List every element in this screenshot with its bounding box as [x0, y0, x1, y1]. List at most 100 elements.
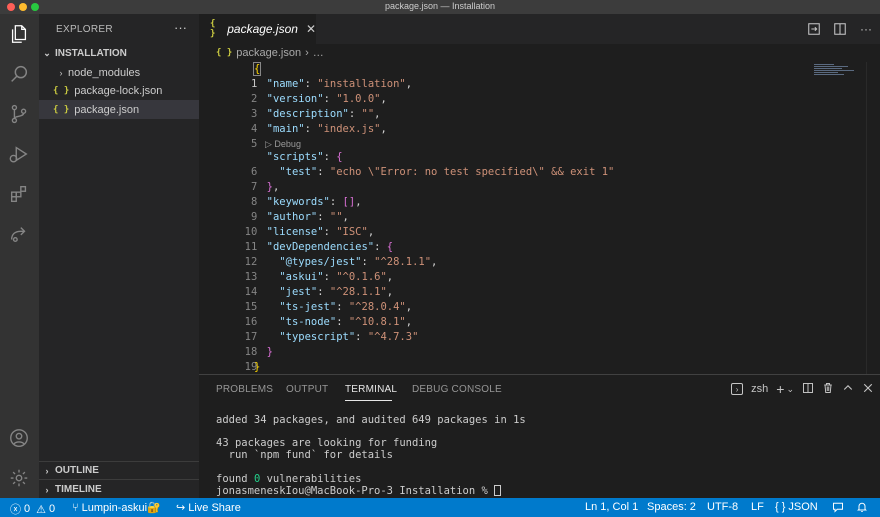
terminal-text: found [216, 473, 254, 485]
indentation-status[interactable]: Spaces: 2 [647, 501, 696, 513]
split-editor-icon[interactable] [832, 21, 848, 37]
code-line: 5 "main": "index.js", [199, 122, 809, 150]
code-line: 14 "askui": "^0.1.6", [199, 270, 809, 298]
code-line: 15 "jest": "^28.1.1", [199, 285, 809, 313]
code-line: 9 "keywords": [], [199, 195, 809, 223]
extensions-icon[interactable] [7, 182, 31, 206]
maximize-panel-icon[interactable] [842, 382, 854, 397]
code-line: 3 "version": "1.0.0", [199, 92, 809, 120]
error-count: 0 [24, 503, 31, 515]
tab-output[interactable]: OUTPUT [286, 384, 328, 395]
json-key: "typescript" [279, 331, 356, 343]
trash-icon[interactable] [822, 382, 834, 397]
json-key: "jest" [279, 286, 318, 298]
active-tab-indicator [345, 400, 392, 401]
codelens-label: Debug [274, 139, 301, 149]
folder-root-label: INSTALLATION [55, 48, 127, 59]
json-value: "^10.8.1" [348, 316, 406, 328]
branch-name: Lumpin-askui🔐 [81, 502, 161, 514]
encoding-status[interactable]: UTF-8 [707, 501, 738, 513]
explorer-icon[interactable] [7, 22, 31, 46]
code-line: 18 "typescript": "^4.7.3" [199, 330, 809, 358]
split-terminal-icon[interactable] [802, 382, 814, 397]
terminal-text: vulnerabilities [260, 473, 362, 485]
more-actions-icon[interactable]: ··· [858, 21, 874, 37]
json-file-icon: { } [216, 48, 233, 58]
code-line: 10 "author": "", [199, 210, 809, 238]
json-value: "" [329, 211, 343, 223]
warning-count: 0 [49, 503, 56, 515]
close-tab-icon[interactable]: ✕ [306, 22, 316, 36]
code-line: 17 "ts-node": "^10.8.1", [199, 315, 809, 343]
json-key: "license" [266, 226, 324, 238]
json-key: "version" [266, 93, 324, 105]
feedback-icon[interactable] [832, 501, 844, 513]
breadcrumb-more[interactable]: … [313, 47, 324, 59]
chevron-down-icon[interactable]: ⌄ [786, 384, 794, 395]
json-key: "name" [266, 78, 305, 90]
source-control-icon[interactable] [7, 102, 31, 126]
code-line: 2 "name": "installation", [199, 77, 809, 105]
cursor-position[interactable]: Ln 1, Col 1 [585, 501, 638, 513]
account-icon[interactable] [7, 426, 31, 450]
json-value: "echo \"Error: no test specified\" && ex… [329, 166, 615, 178]
code-line: 13 "@types/jest": "^28.1.1", [199, 255, 809, 283]
problems-status[interactable]: ⓧ 0 ⚠ 0 [10, 501, 55, 517]
run-debug-icon[interactable] [7, 142, 31, 166]
more-actions-icon[interactable]: ··· [174, 20, 187, 35]
close-panel-icon[interactable] [862, 382, 874, 397]
terminal-prompt-line[interactable]: jonasmeneskIou@MacBook-Pro-3 Installatio… [216, 485, 502, 497]
json-file-icon: { } [53, 85, 70, 96]
tree-item-node-modules[interactable]: › node_modules [39, 63, 199, 82]
chevron-down-icon: ⌄ [43, 48, 51, 58]
json-key: "description" [266, 108, 349, 120]
editor-scrollbar[interactable] [866, 62, 880, 374]
json-key: "@types/jest" [279, 256, 362, 268]
notifications-bell-icon[interactable] [856, 501, 868, 513]
breadcrumb-file[interactable]: package.json [236, 47, 301, 59]
search-icon[interactable] [7, 62, 31, 86]
code-line: 1 { [199, 62, 809, 90]
tree-item-package-json[interactable]: { } package.json [39, 100, 199, 119]
settings-gear-icon[interactable] [7, 466, 31, 490]
timeline-section[interactable]: › TIMELINE [39, 480, 199, 499]
terminal-output-line: found 0 vulnerabilities [216, 473, 361, 485]
code-line: 19 } [199, 345, 809, 373]
json-key: "ts-node" [279, 316, 337, 328]
language-mode[interactable]: { } JSON [775, 501, 818, 513]
live-share-status[interactable]: ↪ Live Share [176, 501, 241, 515]
folder-root-installation[interactable]: ⌄ INSTALLATION [39, 44, 199, 63]
terminal-cursor [494, 485, 502, 496]
breadcrumb: { } package.json › … [199, 44, 880, 62]
code-line: 20 } [199, 360, 809, 374]
open-preview-icon[interactable] [806, 21, 822, 37]
code-token: } [254, 361, 261, 373]
code-editor[interactable]: 1 { 2 "name": "installation", 3 "version… [199, 62, 880, 374]
explorer-header: EXPLORER [56, 24, 113, 35]
branch-status[interactable]: ⑂ Lumpin-askui🔐 [72, 501, 161, 515]
outline-section[interactable]: › OUTLINE [39, 461, 199, 480]
tab-problems[interactable]: PROBLEMS [216, 384, 273, 395]
new-terminal-plus-icon[interactable]: + [776, 381, 784, 397]
minimap[interactable] [814, 64, 860, 86]
json-value: "^28.1.1" [374, 256, 432, 268]
tab-package-json[interactable]: { } package.json ✕ [199, 14, 316, 44]
tab-terminal[interactable]: TERMINAL [345, 384, 397, 395]
tab-debug-console[interactable]: DEBUG CONSOLE [412, 384, 502, 395]
terminal-shell-selector[interactable]: zsh [751, 383, 768, 395]
tab-label: package.json [227, 22, 298, 36]
live-share-icon[interactable] [7, 222, 31, 246]
json-key: "keywords" [266, 196, 330, 208]
json-value: "installation" [317, 78, 406, 90]
eol-status[interactable]: LF [751, 501, 764, 513]
tree-item-package-lock[interactable]: { } package-lock.json [39, 81, 199, 100]
debug-codelens[interactable]: ▷ Debug [265, 138, 301, 150]
terminal-output-line: run `npm fund` for details [216, 449, 394, 461]
terminal-output-line: added 34 packages, and audited 649 packa… [216, 414, 526, 426]
json-key: "ts-jest" [279, 301, 337, 313]
window-title: package.json — Installation [384, 1, 496, 11]
play-icon: ▷ [265, 139, 275, 149]
editor-tab-bar: { } package.json ✕ ··· [199, 14, 880, 44]
json-file-icon: { } [775, 501, 786, 513]
json-value: "1.0.0" [336, 93, 381, 105]
